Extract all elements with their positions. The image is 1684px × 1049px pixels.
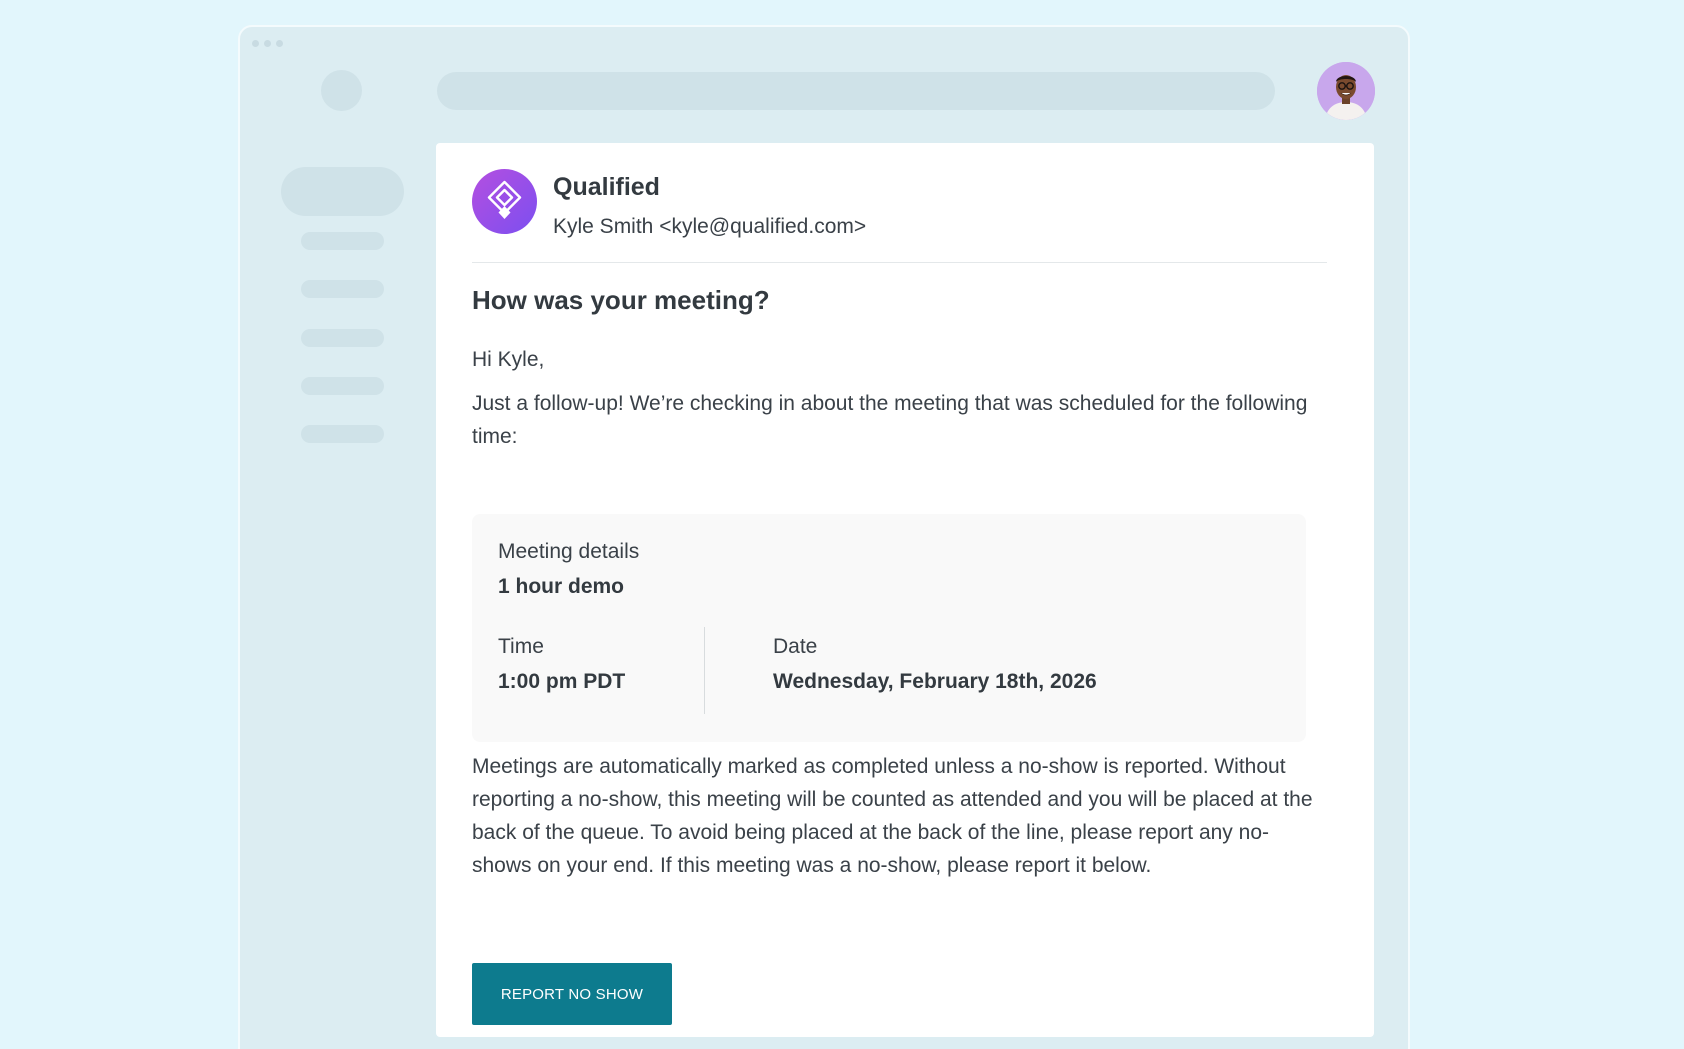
sidebar-item-placeholder[interactable] [301,377,384,395]
meeting-title: 1 hour demo [498,575,625,598]
meeting-details-card: Meeting details 1 hour demo Time 1:00 pm… [472,514,1306,742]
window-controls [252,40,283,47]
report-no-show-button[interactable]: REPORT NO SHOW [472,963,672,1025]
window-dot[interactable] [264,40,271,47]
email-greeting: Hi Kyle, [472,348,545,371]
sidebar-item-placeholder[interactable] [301,232,384,250]
sidebar-item-placeholder[interactable] [301,280,384,298]
window-dot[interactable] [252,40,259,47]
email-body: Meetings are automatically marked as com… [472,755,1313,877]
date-value: Wednesday, February 18th, 2026 [773,670,1097,693]
header-divider [472,262,1327,263]
user-avatar-icon[interactable] [1317,62,1375,120]
sender-name: Qualified [553,173,660,201]
email-subject: How was your meeting? [472,285,770,315]
time-value: 1:00 pm PDT [498,670,626,693]
sidebar-item-placeholder[interactable] [301,425,384,443]
time-label: Time [498,635,544,658]
window-dot[interactable] [276,40,283,47]
app-logo-placeholder [321,70,362,111]
avatar-portrait [1317,62,1375,120]
qualified-logo-mark [487,180,522,219]
sender-email: Kyle Smith <kyle@qualified.com> [553,215,867,238]
qualified-logo-icon [472,169,537,234]
date-label: Date [773,635,818,658]
compose-button-placeholder[interactable] [281,167,404,216]
meeting-details-label: Meeting details [498,540,640,563]
search-bar-placeholder[interactable] [437,72,1275,110]
sidebar-item-placeholder[interactable] [301,329,384,347]
details-separator [704,627,705,714]
email-client-window: Qualified Kyle Smith <kyle@qualified.com… [238,25,1410,1049]
email-intro: Just a follow-up! We’re checking in abou… [472,392,1308,448]
email-message: Qualified Kyle Smith <kyle@qualified.com… [436,143,1374,1037]
